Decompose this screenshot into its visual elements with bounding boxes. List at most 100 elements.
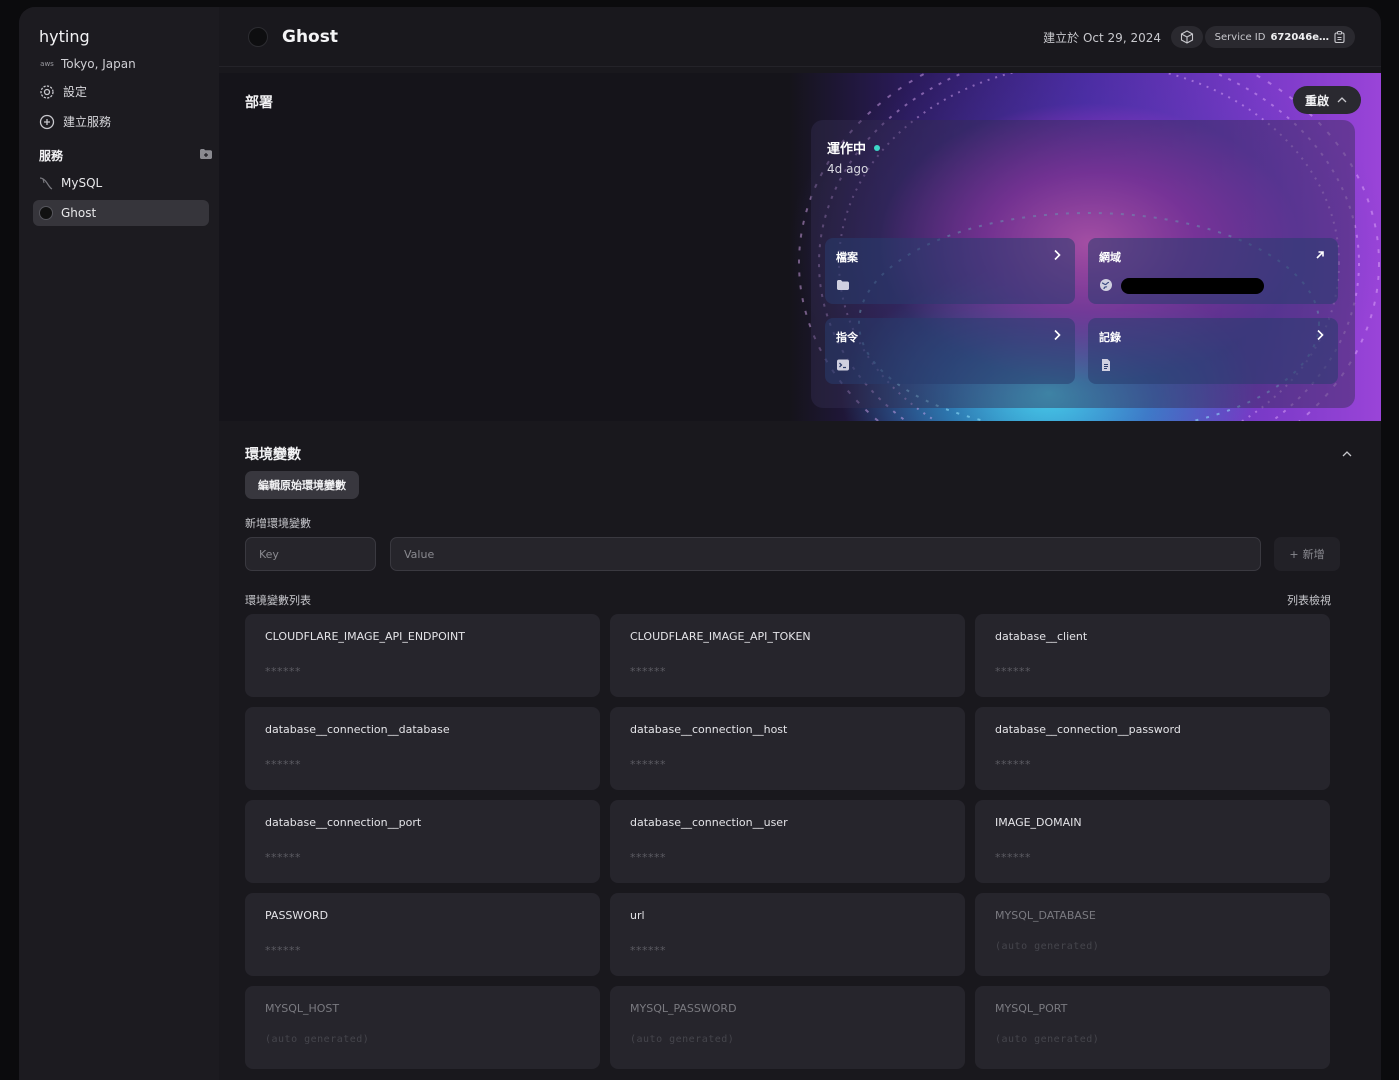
created-date: 建立於 Oct 29, 2024 [1043,31,1161,45]
env-var-value: ****** [265,944,301,957]
sidebar-item-ghost[interactable]: Ghost [33,200,209,226]
region: aws Tokyo, Japan [39,57,136,71]
edit-raw-env-button[interactable]: 編輯原始環境變數 [245,471,359,499]
package-icon [1180,30,1194,44]
chevron-right-icon [1317,329,1324,341]
sidebar-item-label: MySQL [61,176,103,190]
env-var-value: ****** [995,851,1031,864]
env-var-card[interactable]: database__connection__port ****** [245,800,600,883]
env-var-card[interactable]: IMAGE_DOMAIN ****** [975,800,1330,883]
page-title: Ghost [282,27,338,47]
tile-logs-label: 記錄 [1099,331,1121,344]
env-var-card[interactable]: PASSWORD ****** [245,893,600,976]
chevron-up-icon[interactable] [1337,97,1347,103]
env-var-key: database__connection__user [630,816,788,829]
tile-files[interactable]: 檔案 [825,238,1075,304]
service-id-value: 672046e… [1270,31,1329,43]
services-heading: 服務 [39,149,64,163]
copy-icon[interactable] [1334,31,1345,43]
env-var-card[interactable]: database__connection__host ****** [610,707,965,790]
settings-label: 設定 [63,85,88,99]
service-id-label: Service ID [1214,31,1266,43]
plus-icon: + [1289,547,1299,561]
env-var-card-auto[interactable]: MYSQL_HOST (auto generated) [245,986,600,1069]
folder-icon [837,280,849,290]
env-var-card[interactable]: CLOUDFLARE_IMAGE_API_TOKEN ****** [610,614,965,697]
env-var-value: ****** [630,665,666,678]
ghost-icon [248,27,268,47]
terminal-icon [837,359,849,371]
folder-add-icon[interactable] [200,149,212,159]
env-var-card[interactable]: database__connection__user ****** [610,800,965,883]
env-var-key: CLOUDFLARE_IMAGE_API_TOKEN [630,630,811,643]
env-var-card[interactable]: database__connection__database ****** [245,707,600,790]
region-label: Tokyo, Japan [61,57,136,71]
project-name[interactable]: hyting [39,27,90,46]
env-var-key: PASSWORD [265,909,329,922]
env-var-key: url [630,909,645,922]
tile-domain-label: 網域 [1099,251,1121,264]
env-var-value: ****** [995,758,1031,771]
env-var-key: CLOUDFLARE_IMAGE_API_ENDPOINT [265,630,465,643]
package-button[interactable] [1171,26,1203,48]
env-var-card[interactable]: database__connection__password ****** [975,707,1330,790]
env-var-value: ****** [265,665,301,678]
tile-files-label: 檔案 [836,251,858,264]
add-env-button-label: 新增 [1302,548,1325,561]
deployed-ago: 4d ago [827,162,869,176]
plus-circle-icon [39,114,55,129]
env-var-value: (auto generated) [995,941,1100,952]
chevron-up-icon[interactable] [1341,448,1353,460]
env-var-key: MYSQL_PASSWORD [630,1002,737,1015]
sidebar-settings-link[interactable]: 設定 [39,83,87,100]
env-var-card-auto[interactable]: MYSQL_PASSWORD (auto generated) [610,986,965,1069]
add-env-label: 新增環境變數 [245,517,311,530]
env-var-card-auto[interactable]: MYSQL_PORT (auto generated) [975,986,1330,1069]
status-dot [874,144,881,151]
sidebar-create-service-link[interactable]: 建立服務 [39,113,111,130]
aws-icon: aws [40,60,54,68]
deployment-card: 運作中 4d ago 檔案 網域 指令 記錄 [811,120,1355,408]
gear-icon [40,84,54,99]
sidebar-item-mysql[interactable]: MySQL [33,170,209,196]
chevron-right-icon [1054,329,1061,341]
env-var-key: MYSQL_DATABASE [995,909,1096,922]
env-var-key: database__connection__host [630,723,788,736]
env-var-card[interactable]: url ****** [610,893,965,976]
env-var-key: database__connection__database [265,723,450,736]
env-heading: 環境變數 [245,447,301,463]
tile-command[interactable]: 指令 [825,318,1075,384]
env-var-grid: CLOUDFLARE_IMAGE_API_ENDPOINT ****** CLOU… [245,614,1330,1069]
env-var-value: ****** [265,851,301,864]
env-var-key: database__client [995,630,1088,643]
tile-logs[interactable]: 記錄 [1088,318,1338,384]
list-view-toggle[interactable]: 列表檢視 [1287,592,1331,608]
external-link-icon [1316,251,1324,259]
env-var-value: ****** [995,665,1031,678]
env-key-input[interactable] [245,537,376,571]
env-value-input[interactable] [390,537,1261,571]
tile-domain[interactable]: 網域 [1088,238,1338,304]
restart-label: 重啟 [1304,93,1329,108]
sidebar-item-label: Ghost [61,206,97,220]
env-var-card-auto[interactable]: MYSQL_DATABASE (auto generated) [975,893,1330,976]
document-icon [1102,359,1110,371]
domain-url-redacted[interactable] [1121,278,1264,294]
env-var-key: MYSQL_HOST [265,1002,340,1015]
add-env-button[interactable]: + 新增 [1274,537,1340,571]
restart-button[interactable]: 重啟 [1292,86,1361,114]
env-var-value: ****** [630,758,666,771]
env-var-value: (auto generated) [265,1034,370,1045]
env-var-value: (auto generated) [630,1034,735,1045]
sidebar: hyting aws Tokyo, Japan 設定 建立服務 服務 MySQL… [19,7,219,1080]
tile-command-label: 指令 [836,331,858,344]
env-var-key: MYSQL_PORT [995,1002,1068,1015]
app-window: hyting aws Tokyo, Japan 設定 建立服務 服務 MySQL… [19,7,1381,1080]
service-id-badge[interactable]: Service ID 672046e… [1204,26,1355,48]
chevron-right-icon [1054,249,1061,261]
deploy-panel: 部署 重啟 運作中 4d ago 檔案 網域 指令 記錄 [219,73,1381,421]
env-var-value: ****** [265,758,301,771]
env-var-card[interactable]: CLOUDFLARE_IMAGE_API_ENDPOINT ****** [245,614,600,697]
env-var-value: ****** [630,851,666,864]
env-var-card[interactable]: database__client ****** [975,614,1330,697]
